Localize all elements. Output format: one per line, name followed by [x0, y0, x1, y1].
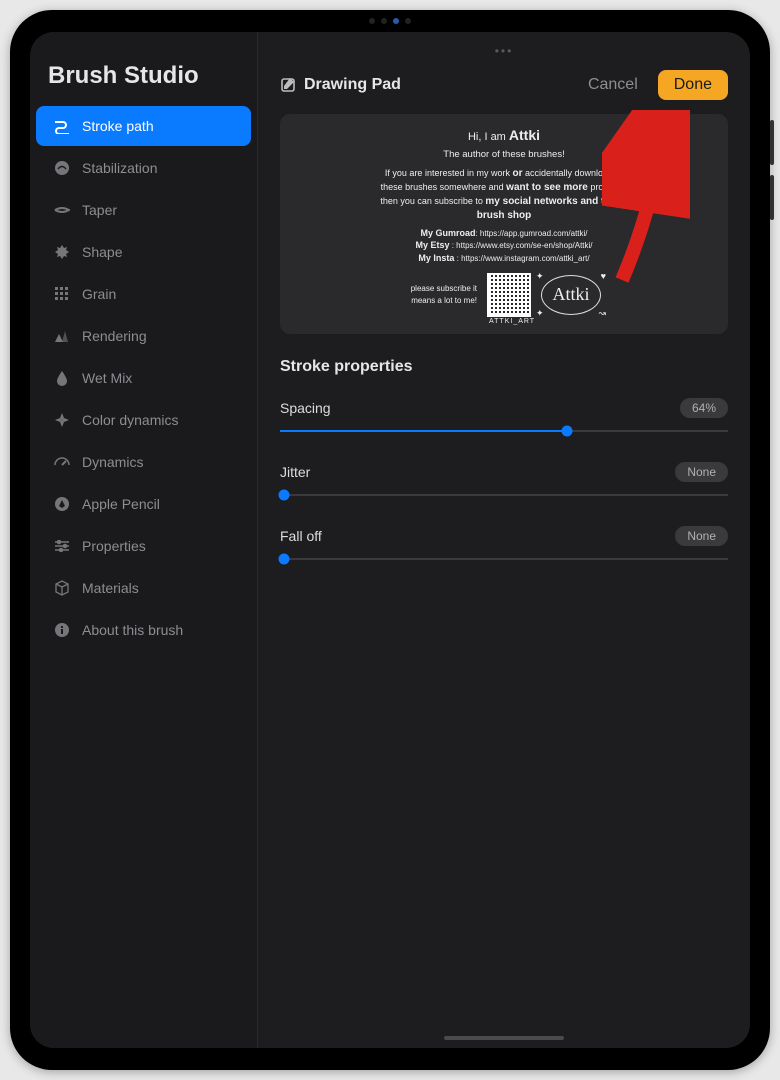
preview-footer: please subscribe it means a lot to me! A…: [407, 273, 601, 317]
property-falloff: Fall off None: [280, 516, 728, 568]
sidebar-item-shape[interactable]: Shape: [36, 232, 251, 272]
shape-icon: [54, 244, 70, 260]
sidebar-item-label: Stabilization: [82, 160, 158, 176]
sidebar: Brush Studio Stroke path Stabilization T…: [30, 32, 258, 1048]
sidebar-item-label: About this brush: [82, 622, 183, 638]
apple-pencil-icon: [54, 496, 70, 512]
sidebar-item-about[interactable]: About this brush: [36, 610, 251, 650]
taper-icon: [54, 202, 70, 218]
sidebar-item-label: Stroke path: [82, 118, 154, 134]
materials-icon: [54, 580, 70, 596]
sidebar-item-taper[interactable]: Taper: [36, 190, 251, 230]
signature-icon: Attki ✦♥ ✦↝: [541, 275, 601, 315]
properties-icon: [54, 538, 70, 554]
device-camera-notch: [369, 18, 411, 24]
dynamics-icon: [54, 454, 70, 470]
info-icon: [54, 622, 70, 638]
preview-body: If you are interested in my work or acci…: [379, 167, 629, 223]
sidebar-list: Stroke path Stabilization Taper Shape Gr…: [30, 106, 257, 650]
preview-intro: Hi, I am Attki: [468, 126, 540, 146]
page-title[interactable]: Drawing Pad: [280, 76, 568, 94]
device-side-buttons: [770, 120, 774, 220]
preview-subtitle: The author of these brushes!: [443, 148, 564, 161]
sidebar-item-wet-mix[interactable]: Wet Mix: [36, 358, 251, 398]
home-indicator[interactable]: [444, 1036, 564, 1040]
rendering-icon: [54, 328, 70, 344]
property-label: Fall off: [280, 528, 322, 544]
stroke-path-icon: [54, 118, 70, 134]
sidebar-item-properties[interactable]: Properties: [36, 526, 251, 566]
property-spacing: Spacing 64%: [280, 388, 728, 440]
falloff-slider[interactable]: [280, 550, 728, 568]
main-panel: ••• Drawing Pad Cancel Done Hi, I am Att…: [258, 32, 750, 1048]
sidebar-item-dynamics[interactable]: Dynamics: [36, 442, 251, 482]
sidebar-item-label: Rendering: [82, 328, 147, 344]
wet-mix-icon: [54, 370, 70, 386]
sidebar-item-label: Properties: [82, 538, 146, 554]
sidebar-item-apple-pencil[interactable]: Apple Pencil: [36, 484, 251, 524]
sidebar-item-color-dynamics[interactable]: Color dynamics: [36, 400, 251, 440]
color-dynamics-icon: [54, 412, 70, 428]
sidebar-item-label: Apple Pencil: [82, 496, 160, 512]
topbar: Drawing Pad Cancel Done: [280, 64, 728, 114]
app-title: Brush Studio: [30, 44, 257, 106]
sidebar-item-label: Dynamics: [82, 454, 143, 470]
ipad-frame: Brush Studio Stroke path Stabilization T…: [10, 10, 770, 1070]
sidebar-item-stroke-path[interactable]: Stroke path: [36, 106, 251, 146]
jitter-slider[interactable]: [280, 486, 728, 504]
stabilization-icon: [54, 160, 70, 176]
drag-handle-icon[interactable]: •••: [280, 44, 728, 58]
sidebar-item-label: Taper: [82, 202, 117, 218]
sidebar-item-label: Shape: [82, 244, 122, 260]
drawing-pad-preview[interactable]: Hi, I am Attki The author of these brush…: [280, 114, 728, 334]
property-label: Jitter: [280, 464, 310, 480]
grain-icon: [54, 286, 70, 302]
spacing-slider[interactable]: [280, 422, 728, 440]
sidebar-item-label: Grain: [82, 286, 116, 302]
sidebar-item-rendering[interactable]: Rendering: [36, 316, 251, 356]
edit-icon: [280, 77, 296, 93]
sidebar-item-label: Color dynamics: [82, 412, 178, 428]
done-button[interactable]: Done: [658, 70, 728, 100]
section-title: Stroke properties: [280, 358, 728, 376]
sidebar-item-label: Materials: [82, 580, 139, 596]
sidebar-item-grain[interactable]: Grain: [36, 274, 251, 314]
sidebar-item-stabilization[interactable]: Stabilization: [36, 148, 251, 188]
qr-code-icon: ATTKI_ART: [487, 273, 531, 317]
app-screen: Brush Studio Stroke path Stabilization T…: [30, 32, 750, 1048]
property-value[interactable]: None: [675, 462, 728, 482]
sidebar-item-label: Wet Mix: [82, 370, 132, 386]
property-value[interactable]: 64%: [680, 398, 728, 418]
property-jitter: Jitter None: [280, 452, 728, 504]
preview-links: My Gumroad: https://app.gumroad.com/attk…: [415, 227, 592, 265]
sidebar-item-materials[interactable]: Materials: [36, 568, 251, 608]
cancel-button[interactable]: Cancel: [576, 70, 650, 100]
property-value[interactable]: None: [675, 526, 728, 546]
property-label: Spacing: [280, 400, 331, 416]
